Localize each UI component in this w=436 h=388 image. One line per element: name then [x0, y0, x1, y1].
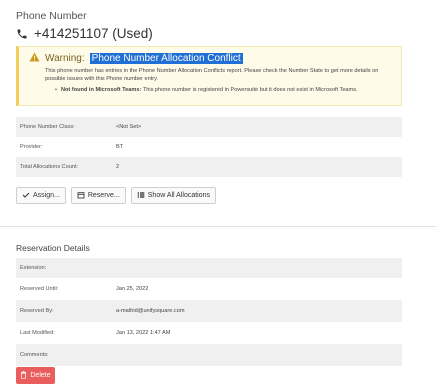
reservation-row-modified: Last Modified: Jan 13, 2022 1:47 AM: [16, 322, 402, 344]
section-title: Phone Number: [16, 10, 87, 22]
phone-icon: [16, 28, 28, 40]
reservation-row-extension: Extension:: [16, 258, 402, 278]
warning-box: Warning: Phone Number Allocation Conflic…: [16, 46, 402, 106]
reservation-label: Reserved Until:: [20, 286, 59, 292]
check-icon: [22, 191, 30, 201]
detail-label: Phone Number Class:: [20, 124, 75, 130]
reservation-value: Jan 25, 2022: [116, 286, 149, 292]
show-all-label: Show All Allocations: [147, 192, 211, 199]
trash-icon: [20, 370, 27, 381]
bullet-content: Not found in Microsoft Teams: This phone…: [61, 87, 358, 93]
section-divider: [0, 226, 436, 227]
reservation-value: a-mathid@unifysquare.com: [116, 308, 185, 314]
delete-button[interactable]: Delete: [16, 367, 55, 384]
phone-number-line: +414251107 (Used): [16, 26, 153, 41]
reservation-row-comments: Comments:: [16, 344, 402, 366]
detail-value: 2: [116, 164, 120, 170]
warning-title: Warning: Phone Number Allocation Conflic…: [29, 52, 243, 65]
detail-value: <Not Set>: [116, 124, 142, 130]
detail-label: Total Allocations Count:: [20, 164, 79, 170]
detail-row-count: Total Allocations Count: 2: [16, 157, 402, 177]
show-all-allocations-button[interactable]: Show All Allocations: [130, 187, 217, 204]
bullet-dot: •: [55, 87, 57, 93]
detail-value: BT: [116, 144, 124, 150]
detail-row-provider: Provider: BT: [16, 137, 402, 157]
reservation-value: Jan 13, 2022 1:47 AM: [116, 330, 171, 336]
bullet-bold: Not found in Microsoft Teams:: [60, 87, 142, 93]
reservation-label: Last Modified:: [20, 330, 55, 336]
actions-bar: Assign... Reserve... Show All Allocation…: [16, 187, 217, 204]
assign-label: Assign...: [33, 192, 60, 199]
list-icon: [137, 191, 145, 201]
reservation-row-by: Reserved By: a-mathid@unifysquare.com: [16, 300, 402, 322]
reservation-label: Comments:: [20, 352, 49, 358]
warning-icon: [29, 52, 40, 65]
reservation-row-until: Reserved Until: Jan 25, 2022: [16, 278, 402, 300]
phone-number: +414251107 (Used): [34, 26, 153, 41]
warning-message: This phone number has entries in the Pho…: [45, 68, 379, 82]
reservation-title: Reservation Details: [16, 243, 90, 253]
calendar-icon: [77, 191, 85, 201]
detail-label: Provider:: [20, 144, 43, 150]
reserve-button[interactable]: Reserve...: [70, 187, 126, 204]
details-table: Phone Number Class: <Not Set> Provider: …: [16, 117, 402, 177]
warning-label: Warning:: [45, 53, 85, 64]
detail-row-class: Phone Number Class: <Not Set>: [16, 117, 402, 137]
assign-button[interactable]: Assign...: [16, 187, 66, 204]
warning-highlighted-title: Phone Number Allocation Conflict: [89, 53, 243, 64]
reservation-label: Reserved By:: [20, 308, 54, 314]
warning-bullet: • Not found in Microsoft Teams: This pho…: [55, 87, 395, 93]
reservation-table: Extension: Reserved Until: Jan 25, 2022 …: [16, 258, 402, 366]
bullet-text: This phone number is registered in Power…: [142, 87, 358, 93]
reserve-label: Reserve...: [87, 192, 120, 199]
delete-label: Delete: [30, 372, 51, 379]
reservation-label: Extension:: [20, 265, 47, 271]
